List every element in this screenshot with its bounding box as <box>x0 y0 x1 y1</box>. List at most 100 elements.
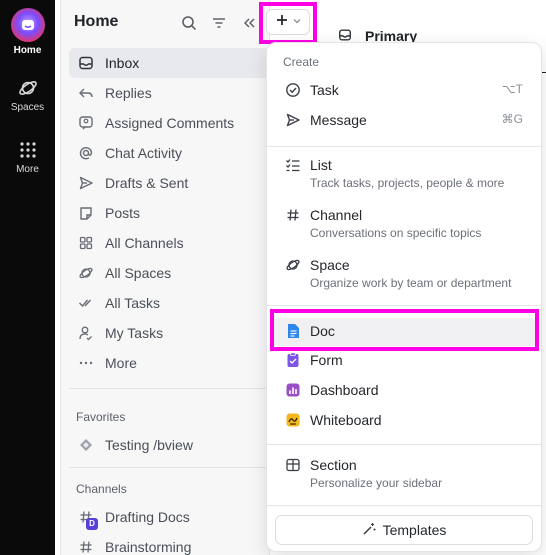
menu-item-label: Space <box>310 257 350 273</box>
menu-item-label: Form <box>310 352 343 368</box>
favorite-item-label: Testing /bview <box>105 437 193 453</box>
checklist-icon <box>284 156 302 174</box>
sidebar-toolbar <box>179 13 259 33</box>
menu-item-description: Track tasks, projects, people & more <box>310 176 505 190</box>
sidebar-item-assigned-comments[interactable]: Assigned Comments <box>69 108 271 138</box>
menu-item-label: Section <box>310 457 357 473</box>
sidebar-nav: Inbox Replies Assigned Comments Chat Act… <box>69 48 271 378</box>
check-circle-icon <box>284 81 302 99</box>
menu-item-label: Message <box>310 112 367 128</box>
channel-item-brainstorming[interactable]: Brainstorming <box>69 532 267 555</box>
rail-item-home[interactable]: Home <box>0 8 55 56</box>
menu-item-label: List <box>310 157 332 173</box>
sidebar-item-label: All Tasks <box>105 295 160 311</box>
menu-item-label: Whiteboard <box>310 412 382 428</box>
sidebar-item-inbox[interactable]: Inbox <box>69 48 271 78</box>
menu-item-list[interactable]: List Track tasks, projects, people & mor… <box>273 155 537 195</box>
menu-item-space[interactable]: Space Organize work by team or departmen… <box>273 255 537 295</box>
channels-heading: Channels <box>76 482 127 496</box>
sidebar-item-more[interactable]: More <box>69 348 271 378</box>
menu-item-channel[interactable]: Channel Conversations on specific topics <box>273 205 537 245</box>
hash-icon: D <box>77 508 98 530</box>
channel-badge: D <box>86 518 98 530</box>
menu-item-message[interactable]: Message ⌘G <box>273 110 537 136</box>
menu-item-doc[interactable]: Doc <box>273 318 537 346</box>
menu-header: Create <box>283 55 320 69</box>
menu-divider <box>267 305 541 306</box>
sidebar-item-label: More <box>105 355 137 371</box>
templates-button[interactable]: Templates <box>275 515 533 545</box>
sidebar-item-my-tasks[interactable]: My Tasks <box>69 318 271 348</box>
channels-icon <box>77 234 95 252</box>
create-button[interactable] <box>266 9 310 35</box>
sidebar-item-label: Assigned Comments <box>105 115 235 131</box>
inbox-icon <box>77 54 95 72</box>
sidebar-item-replies[interactable]: Replies <box>69 78 271 108</box>
diamond-icon <box>77 436 95 454</box>
rail-item-more[interactable]: More <box>0 139 55 175</box>
sidebar-title: Home <box>74 13 119 30</box>
channel-item-label: Brainstorming <box>105 539 192 555</box>
dashboard-icon <box>284 381 302 399</box>
menu-item-description: Conversations on specific topics <box>310 226 482 240</box>
filter-icon[interactable] <box>209 13 229 33</box>
plus-icon <box>275 13 289 32</box>
planet-icon <box>18 81 37 95</box>
app-rail: Home Spaces More <box>0 0 55 555</box>
magic-wand-icon <box>362 522 376 539</box>
search-icon[interactable] <box>179 13 199 33</box>
templates-label: Templates <box>382 522 447 538</box>
user-task-icon <box>77 324 95 342</box>
rail-label-more: More <box>16 164 39 175</box>
whiteboard-icon <box>284 411 302 429</box>
create-menu: Create Task ⌥T Message ⌘G List Track tas… <box>266 42 542 552</box>
reply-icon <box>77 84 95 102</box>
menu-divider <box>267 444 541 445</box>
favorites-heading: Favorites <box>76 410 126 424</box>
sidebar: Home Inbox Replies Assigned Comments Cha… <box>60 0 271 555</box>
send-icon <box>77 174 95 192</box>
hash-icon <box>77 538 95 555</box>
sidebar-item-chat-activity[interactable]: Chat Activity <box>69 138 271 168</box>
menu-item-form[interactable]: Form <box>273 350 537 376</box>
sidebar-item-drafts-sent[interactable]: Drafts & Sent <box>69 168 271 198</box>
planet-icon <box>77 264 95 282</box>
menu-item-label: Doc <box>310 323 335 339</box>
channel-item-label: Drafting Docs <box>105 509 190 525</box>
sidebar-item-label: Chat Activity <box>105 145 183 161</box>
send-icon <box>284 111 302 129</box>
double-check-icon <box>77 294 95 312</box>
rail-item-spaces[interactable]: Spaces <box>0 77 55 113</box>
channel-item-drafting-docs[interactable]: D Drafting Docs <box>69 502 267 532</box>
sidebar-item-label: Posts <box>105 205 141 221</box>
sidebar-divider <box>69 388 267 389</box>
sidebar-item-posts[interactable]: Posts <box>69 198 271 228</box>
comment-assigned-icon <box>77 114 95 132</box>
menu-item-label: Channel <box>310 207 363 223</box>
menu-item-section[interactable]: Section Personalize your sidebar <box>273 455 537 495</box>
at-icon <box>77 144 95 162</box>
menu-item-whiteboard[interactable]: Whiteboard <box>273 410 537 436</box>
menu-item-description: Personalize your sidebar <box>310 476 443 490</box>
rail-label-home: Home <box>13 45 42 56</box>
sidebar-item-all-tasks[interactable]: All Tasks <box>69 288 271 318</box>
menu-item-task[interactable]: Task ⌥T <box>273 80 537 106</box>
form-icon <box>284 351 302 369</box>
rail-label-spaces: Spaces <box>10 102 45 113</box>
menu-item-dashboard[interactable]: Dashboard <box>273 380 537 406</box>
favorite-item[interactable]: Testing /bview <box>69 430 267 460</box>
sidebar-item-label: Inbox <box>105 55 140 71</box>
sidebar-item-all-spaces[interactable]: All Spaces <box>69 258 271 288</box>
section-icon <box>284 456 302 474</box>
sidebar-item-label: Replies <box>105 85 152 101</box>
chevron-down-icon <box>292 13 302 31</box>
doc-icon <box>284 322 302 340</box>
hash-icon <box>284 206 302 224</box>
ellipsis-icon <box>77 354 95 372</box>
menu-item-label: Dashboard <box>310 382 379 398</box>
sidebar-divider <box>69 467 267 468</box>
sidebar-item-all-channels[interactable]: All Channels <box>69 228 271 258</box>
planet-icon <box>284 256 302 274</box>
menu-divider <box>267 146 541 147</box>
collapse-sidebar-icon[interactable] <box>239 13 259 33</box>
